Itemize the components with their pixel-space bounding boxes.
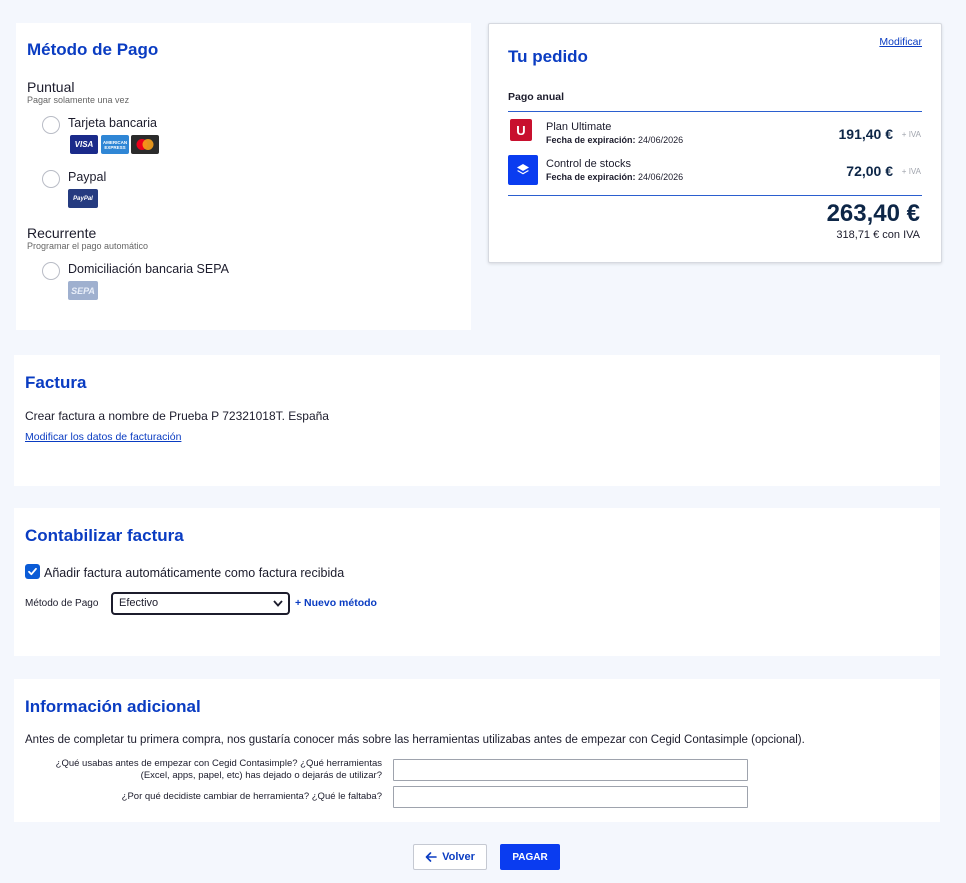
payment-method-label: Método de Pago <box>25 598 99 609</box>
order-total: 263,40 € <box>826 200 920 227</box>
check-icon <box>28 567 37 576</box>
item-name: Control de stocks <box>546 158 631 170</box>
question-1-line-1: ¿Qué usabas antes de empezar con Cegid C… <box>55 758 382 769</box>
billing-period-label: Pago anual <box>508 91 565 103</box>
option-label-tarjeta-bancaria[interactable]: Tarjeta bancaria <box>68 116 157 130</box>
visa-logo-icon: VISA <box>70 135 98 154</box>
item-expiration-date: 24/06/2026 <box>638 135 684 145</box>
layers-icon <box>508 155 538 185</box>
invoice-title: Factura <box>25 373 87 392</box>
sepa-logo-icon: SEPA <box>68 281 98 300</box>
payment-method-select[interactable]: Efectivo <box>111 592 290 615</box>
question-1-label: ¿Qué usabas antes de empezar con Cegid C… <box>0 758 382 782</box>
order-total-with-tax: 318,71 € con IVA <box>836 229 920 241</box>
item-name: Plan Ultimate <box>546 121 612 133</box>
payment-method-card: Método de Pago Puntual Pagar solamente u… <box>16 23 471 330</box>
back-button[interactable]: Volver <box>413 844 487 870</box>
order-title: Tu pedido <box>508 47 588 66</box>
radio-tarjeta-bancaria[interactable] <box>42 116 60 134</box>
item-expiration-date: 24/06/2026 <box>638 172 684 182</box>
question-2-input[interactable] <box>393 786 748 808</box>
item-tax-note: + IVA <box>901 130 921 139</box>
new-method-button[interactable]: + Nuevo método <box>295 597 377 609</box>
chevron-down-icon <box>273 600 283 607</box>
order-summary-card: Tu pedido Modificar Pago anual U Plan Ul… <box>488 23 942 263</box>
amex-logo-icon: AMERICAN EXPRESS <box>101 135 129 154</box>
modify-billing-data-link[interactable]: Modificar los datos de facturación <box>25 431 181 443</box>
order-divider-bottom <box>508 195 922 196</box>
option-label-paypal[interactable]: Paypal <box>68 170 106 184</box>
item-price: 191,40 € <box>838 126 894 142</box>
question-1-input[interactable] <box>393 759 748 781</box>
question-2-label: ¿Por qué decidiste cambiar de herramient… <box>121 791 382 802</box>
item-tax-note: + IVA <box>901 167 921 176</box>
item-expiration: Fecha de expiración: 24/06/2026 <box>546 135 683 145</box>
arrow-left-icon <box>425 852 437 862</box>
group-subtitle-recurrente: Programar el pago automático <box>27 241 149 251</box>
back-button-label: Volver <box>442 851 475 863</box>
item-expiration-label: Fecha de expiración: <box>546 135 636 145</box>
auto-invoice-label[interactable]: Añadir factura automáticamente como fact… <box>44 566 344 580</box>
payment-method-selected-value: Efectivo <box>119 597 159 609</box>
additional-info-card: Información adicional Antes de completar… <box>14 679 940 822</box>
paypal-logo-icon: PayPal <box>68 189 98 208</box>
item-expiration: Fecha de expiración: 24/06/2026 <box>546 172 683 182</box>
invoice-card: Factura Crear factura a nombre de Prueba… <box>14 355 940 486</box>
question-1-line-2: (Excel, apps, papel, etc) has dejado o d… <box>140 770 382 781</box>
group-title-puntual: Puntual <box>27 79 75 95</box>
item-price: 72,00 € <box>846 163 893 179</box>
group-subtitle-puntual: Pagar solamente una vez <box>27 95 130 105</box>
radio-paypal[interactable] <box>42 170 60 188</box>
plan-ultimate-icon: U <box>510 119 532 141</box>
item-expiration-label: Fecha de expiración: <box>546 172 636 182</box>
radio-sepa[interactable] <box>42 262 60 280</box>
modify-order-link[interactable]: Modificar <box>879 36 922 48</box>
option-label-sepa[interactable]: Domiciliación bancaria SEPA <box>68 262 229 276</box>
accounting-card: Contabilizar factura Añadir factura auto… <box>14 508 940 656</box>
additional-info-intro: Antes de completar tu primera compra, no… <box>25 734 805 746</box>
payment-method-title: Método de Pago <box>27 40 159 59</box>
order-divider-top <box>508 111 922 112</box>
invoice-recipient-text: Crear factura a nombre de Prueba P 72321… <box>25 409 329 423</box>
additional-info-title: Información adicional <box>25 697 201 716</box>
accounting-title: Contabilizar factura <box>25 526 184 545</box>
auto-invoice-checkbox[interactable] <box>25 564 40 579</box>
amex-logo-text: AMERICAN EXPRESS <box>102 139 128 150</box>
pay-button[interactable]: PAGAR <box>500 844 560 870</box>
group-title-recurrente: Recurrente <box>27 225 97 241</box>
mastercard-logo-icon <box>131 135 159 154</box>
